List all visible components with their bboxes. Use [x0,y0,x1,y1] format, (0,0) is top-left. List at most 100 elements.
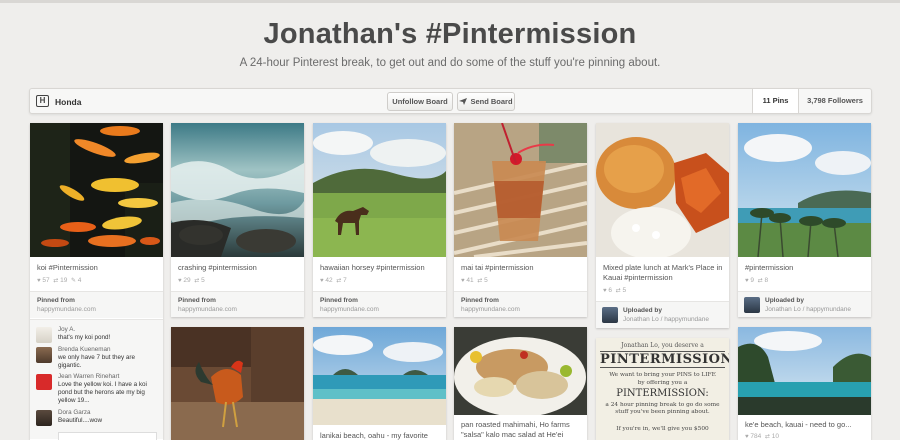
repin-count: 5 [201,277,205,284]
pin-uploader[interactable]: Uploaded by Jonathan Lo / happymundane [596,301,729,328]
add-comment-input[interactable] [58,432,157,440]
source-label: Pinned from [178,297,216,304]
repin-icon: ⇄ [477,278,483,284]
pin-source[interactable]: Pinned from happymundane.com [30,291,163,318]
like-icon: ♥ [745,278,749,284]
uploader-name[interactable]: Jonathan Lo / happymundane [623,316,709,323]
send-board-button[interactable]: Send Board [457,92,515,111]
like-icon: ♥ [37,278,41,284]
pin-uploader[interactable]: Uploaded by Jonathan Lo / happymundane [738,291,871,317]
avatar[interactable] [36,347,52,363]
rooster-image[interactable] [171,327,304,440]
uploaded-by-label: Uploaded by [623,307,663,314]
board-owner-link[interactable]: Honda [55,97,81,107]
pintermission-poster-image[interactable]: Jonathan Lo, you deserve a PINTERMISSION… [596,338,729,440]
mahimahi-image[interactable] [454,327,587,415]
mai-tai-image[interactable] [454,123,587,257]
repin-count: 8 [764,277,769,284]
like-icon: ♥ [745,434,749,440]
repin-icon: ⇄ [764,434,770,440]
pin-description[interactable]: Mixed plate lunch at Mark's Place in Kau… [603,263,723,283]
pin-stats: ♥ 57 ⇄ 19 ✎ 4 [37,277,81,284]
horse-field-image[interactable] [313,123,446,257]
beach-palms-image[interactable] [738,123,871,257]
source-label: Pinned from [461,297,499,304]
pin-description[interactable]: crashing #pintermission [178,263,298,273]
comment-text: that's my koi pond! [58,334,111,341]
avatar[interactable] [602,307,618,323]
pin-card[interactable]: pan roasted mahimahi, Ho farms "salsa" k… [454,327,587,440]
koi-fish-image[interactable] [30,123,163,257]
poster-byline: Jonathan Lo, you deserve a [621,342,704,349]
send-icon [459,98,468,105]
poster-line: We want to bring your PINS to LIFE [609,372,716,378]
crashing-waves-image[interactable] [171,123,304,257]
pin-source[interactable]: Pinned from happymundane.com [171,291,304,317]
honda-logo-icon[interactable]: H [36,95,49,107]
kee-beach-image[interactable] [738,327,871,415]
like-icon: ♥ [178,278,182,284]
repin-icon: ⇄ [194,278,200,284]
avatar[interactable] [36,327,52,343]
commenter-name[interactable]: Jean Warren Rinehart [58,373,119,380]
pin-description[interactable]: pan roasted mahimahi, Ho farms "salsa" k… [461,420,581,440]
board-description: A 24-hour Pinterest break, to get out an… [239,57,661,69]
pin-card[interactable]: #pintermission ♥ 9 ⇄ 8 Uploaded by Jonat… [738,123,871,317]
commenter-name[interactable]: Joy A. [58,326,75,333]
poster-headline: PINTERMISSION [600,351,729,368]
source-domain[interactable]: happymundane.com [461,306,520,313]
source-domain[interactable]: happymundane.com [320,306,379,313]
pin-card[interactable]: lanikai beach, oahu - my favorite [313,327,446,440]
pin-stats: ♥ 784 ⇄ 10 [745,433,779,440]
pins-count-tab[interactable]: 11 Pins [752,89,798,113]
repin-icon: ⇄ [757,278,763,284]
pin-source[interactable]: Pinned from happymundane.com [454,291,587,317]
pin-card[interactable] [171,327,304,440]
plate-lunch-image[interactable] [596,123,729,257]
repin-count: 19 [60,277,68,284]
avatar[interactable] [744,297,760,313]
top-border [0,0,900,3]
pin-card[interactable]: crashing #pintermission ♥ 29 ⇄ 5 Pinned … [171,123,304,317]
avatar[interactable] [36,374,52,390]
pin-source[interactable]: Pinned from happymundane.com [313,291,446,317]
pin-description[interactable]: mai tai #pintermission [461,263,581,273]
pin-card[interactable]: hawaiian horsey #pintermission ♥ 42 ⇄ 7 … [313,123,446,317]
pin-card[interactable]: mai tai #pintermission ♥ 41 ⇄ 5 Pinned f… [454,123,587,317]
pin-stats: ♥ 42 ⇄ 7 [320,277,347,284]
lanikai-beach-image[interactable] [313,327,446,425]
pin-comments: Joy A. that's my koi pond! Brenda Kuenem… [30,319,163,440]
board-toolbar: H Honda Unfollow Board Send Board 11 Pin… [29,88,872,114]
like-icon: ♥ [320,278,324,284]
pin-description[interactable]: ke'e beach, kauai - need to go... [745,420,865,430]
like-icon: ♥ [603,288,607,294]
followers-count-tab[interactable]: 3,798 Followers [798,89,871,113]
uploader-name[interactable]: Jonathan Lo / happymundane [765,306,851,313]
comment-text: Beautiful....wow [58,417,103,424]
commenter-name[interactable]: Brenda Kueneman [58,346,111,353]
pin-description[interactable]: koi #Pintermission [37,263,157,273]
like-count: 57 [42,277,50,284]
pin-card[interactable]: ke'e beach, kauai - need to go... ♥ 784 … [738,327,871,440]
avatar[interactable] [36,410,52,426]
pin-description[interactable]: lanikai beach, oahu - my favorite [320,431,440,440]
pin-description[interactable]: hawaiian horsey #pintermission [320,263,440,273]
like-count: 42 [325,277,333,284]
source-label: Pinned from [37,297,75,304]
pin-card[interactable]: Jonathan Lo, you deserve a PINTERMISSION… [596,338,729,440]
like-count: 6 [608,287,612,294]
pin-card[interactable]: Mixed plate lunch at Mark's Place in Kau… [596,123,729,328]
pin-description[interactable]: #pintermission [745,263,865,273]
comment-icon: ✎ [70,278,76,284]
poster-line: PINTERMISSION: [616,388,709,399]
source-domain[interactable]: happymundane.com [178,306,237,313]
pin-stats: ♥ 6 ⇄ 5 [603,287,626,294]
commenter-name[interactable]: Dora Garza [58,409,91,416]
poster-line: a 24 hour pinning break to go do some st… [605,402,720,415]
send-board-label: Send Board [470,97,513,106]
pin-card[interactable]: koi #Pintermission ♥ 57 ⇄ 19 ✎ 4 Pinned … [30,123,163,440]
like-count: 784 [750,433,762,440]
unfollow-board-button[interactable]: Unfollow Board [387,92,453,111]
source-domain[interactable]: happymundane.com [37,306,96,313]
repin-icon: ⇄ [336,278,342,284]
